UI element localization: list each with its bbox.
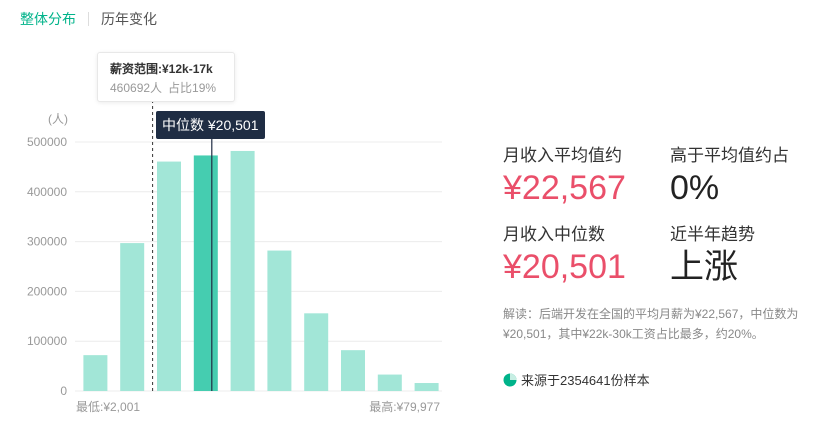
trend-label: 近半年趋势 — [670, 225, 755, 244]
tooltip-title: 薪资范围:¥12k-17k — [110, 62, 213, 76]
tooltip-detail: 460692人 占比19% — [110, 80, 222, 96]
bar-6[interactable] — [304, 313, 329, 391]
bar-1[interactable] — [120, 243, 145, 391]
stat-above-average: 高于平均值约占 0% — [670, 146, 789, 208]
bar-8[interactable] — [377, 374, 402, 391]
y-tick-label-1: 100000 — [27, 334, 67, 348]
median-title: 月收入中位数 — [503, 225, 605, 244]
y-tick-label-0: 0 — [60, 384, 67, 398]
stat-median: 月收入中位数 ¥20,501 — [503, 225, 626, 287]
tooltip-share: 占比19% — [168, 81, 217, 95]
y-tick-label-3: 300000 — [27, 235, 67, 249]
bar-4[interactable] — [230, 150, 255, 391]
average-value: ¥22,567 — [503, 169, 626, 207]
bar-2[interactable] — [157, 161, 181, 391]
stat-trend: 近半年趋势 上涨 — [670, 225, 755, 287]
salary-histogram: (人) 0 100000 200000 300000 400000 500000 最低:¥… — [27, 76, 442, 414]
stat-average: 月收入平均值约 ¥22,567 — [503, 146, 626, 208]
x-axis-max-label: 最高:¥79,977 — [369, 399, 440, 414]
above-average-value: 0% — [670, 169, 720, 207]
interpretation-text: 解读：后端开发在全国的平均月薪为¥22,567，中位数为¥20,501，其中¥2… — [503, 307, 799, 341]
source-text: 来源于2354641份样本 — [521, 373, 650, 388]
y-tick-label-5: 500000 — [27, 135, 67, 149]
salary-range-tooltip: 薪资范围:¥12k-17k 460692人 占比19% — [97, 52, 235, 102]
bar-9[interactable] — [414, 383, 439, 391]
y-tick-label-4: 400000 — [27, 185, 67, 199]
trend-value: 上涨 — [670, 248, 738, 286]
chart-bars — [83, 150, 439, 391]
tooltip-count: 460692人 — [110, 81, 163, 95]
x-axis-min-label: 最低:¥2,001 — [76, 400, 140, 414]
pie-chart-icon — [503, 373, 517, 386]
above-average-label: 高于平均值约占 — [670, 146, 789, 165]
median-marker-label: 中位数 ¥20,501 — [156, 111, 265, 139]
median-value: ¥20,501 — [503, 248, 626, 286]
bar-5[interactable] — [267, 250, 292, 391]
average-label: 月收入平均值约 — [503, 146, 622, 165]
bar-0[interactable] — [83, 355, 108, 391]
bar-3[interactable] — [193, 155, 218, 391]
sample-source: 来源于2354641份样本 — [503, 370, 650, 389]
y-axis-unit: (人) — [48, 112, 68, 126]
bar-7[interactable] — [341, 350, 365, 391]
y-tick-label-2: 200000 — [27, 284, 67, 298]
